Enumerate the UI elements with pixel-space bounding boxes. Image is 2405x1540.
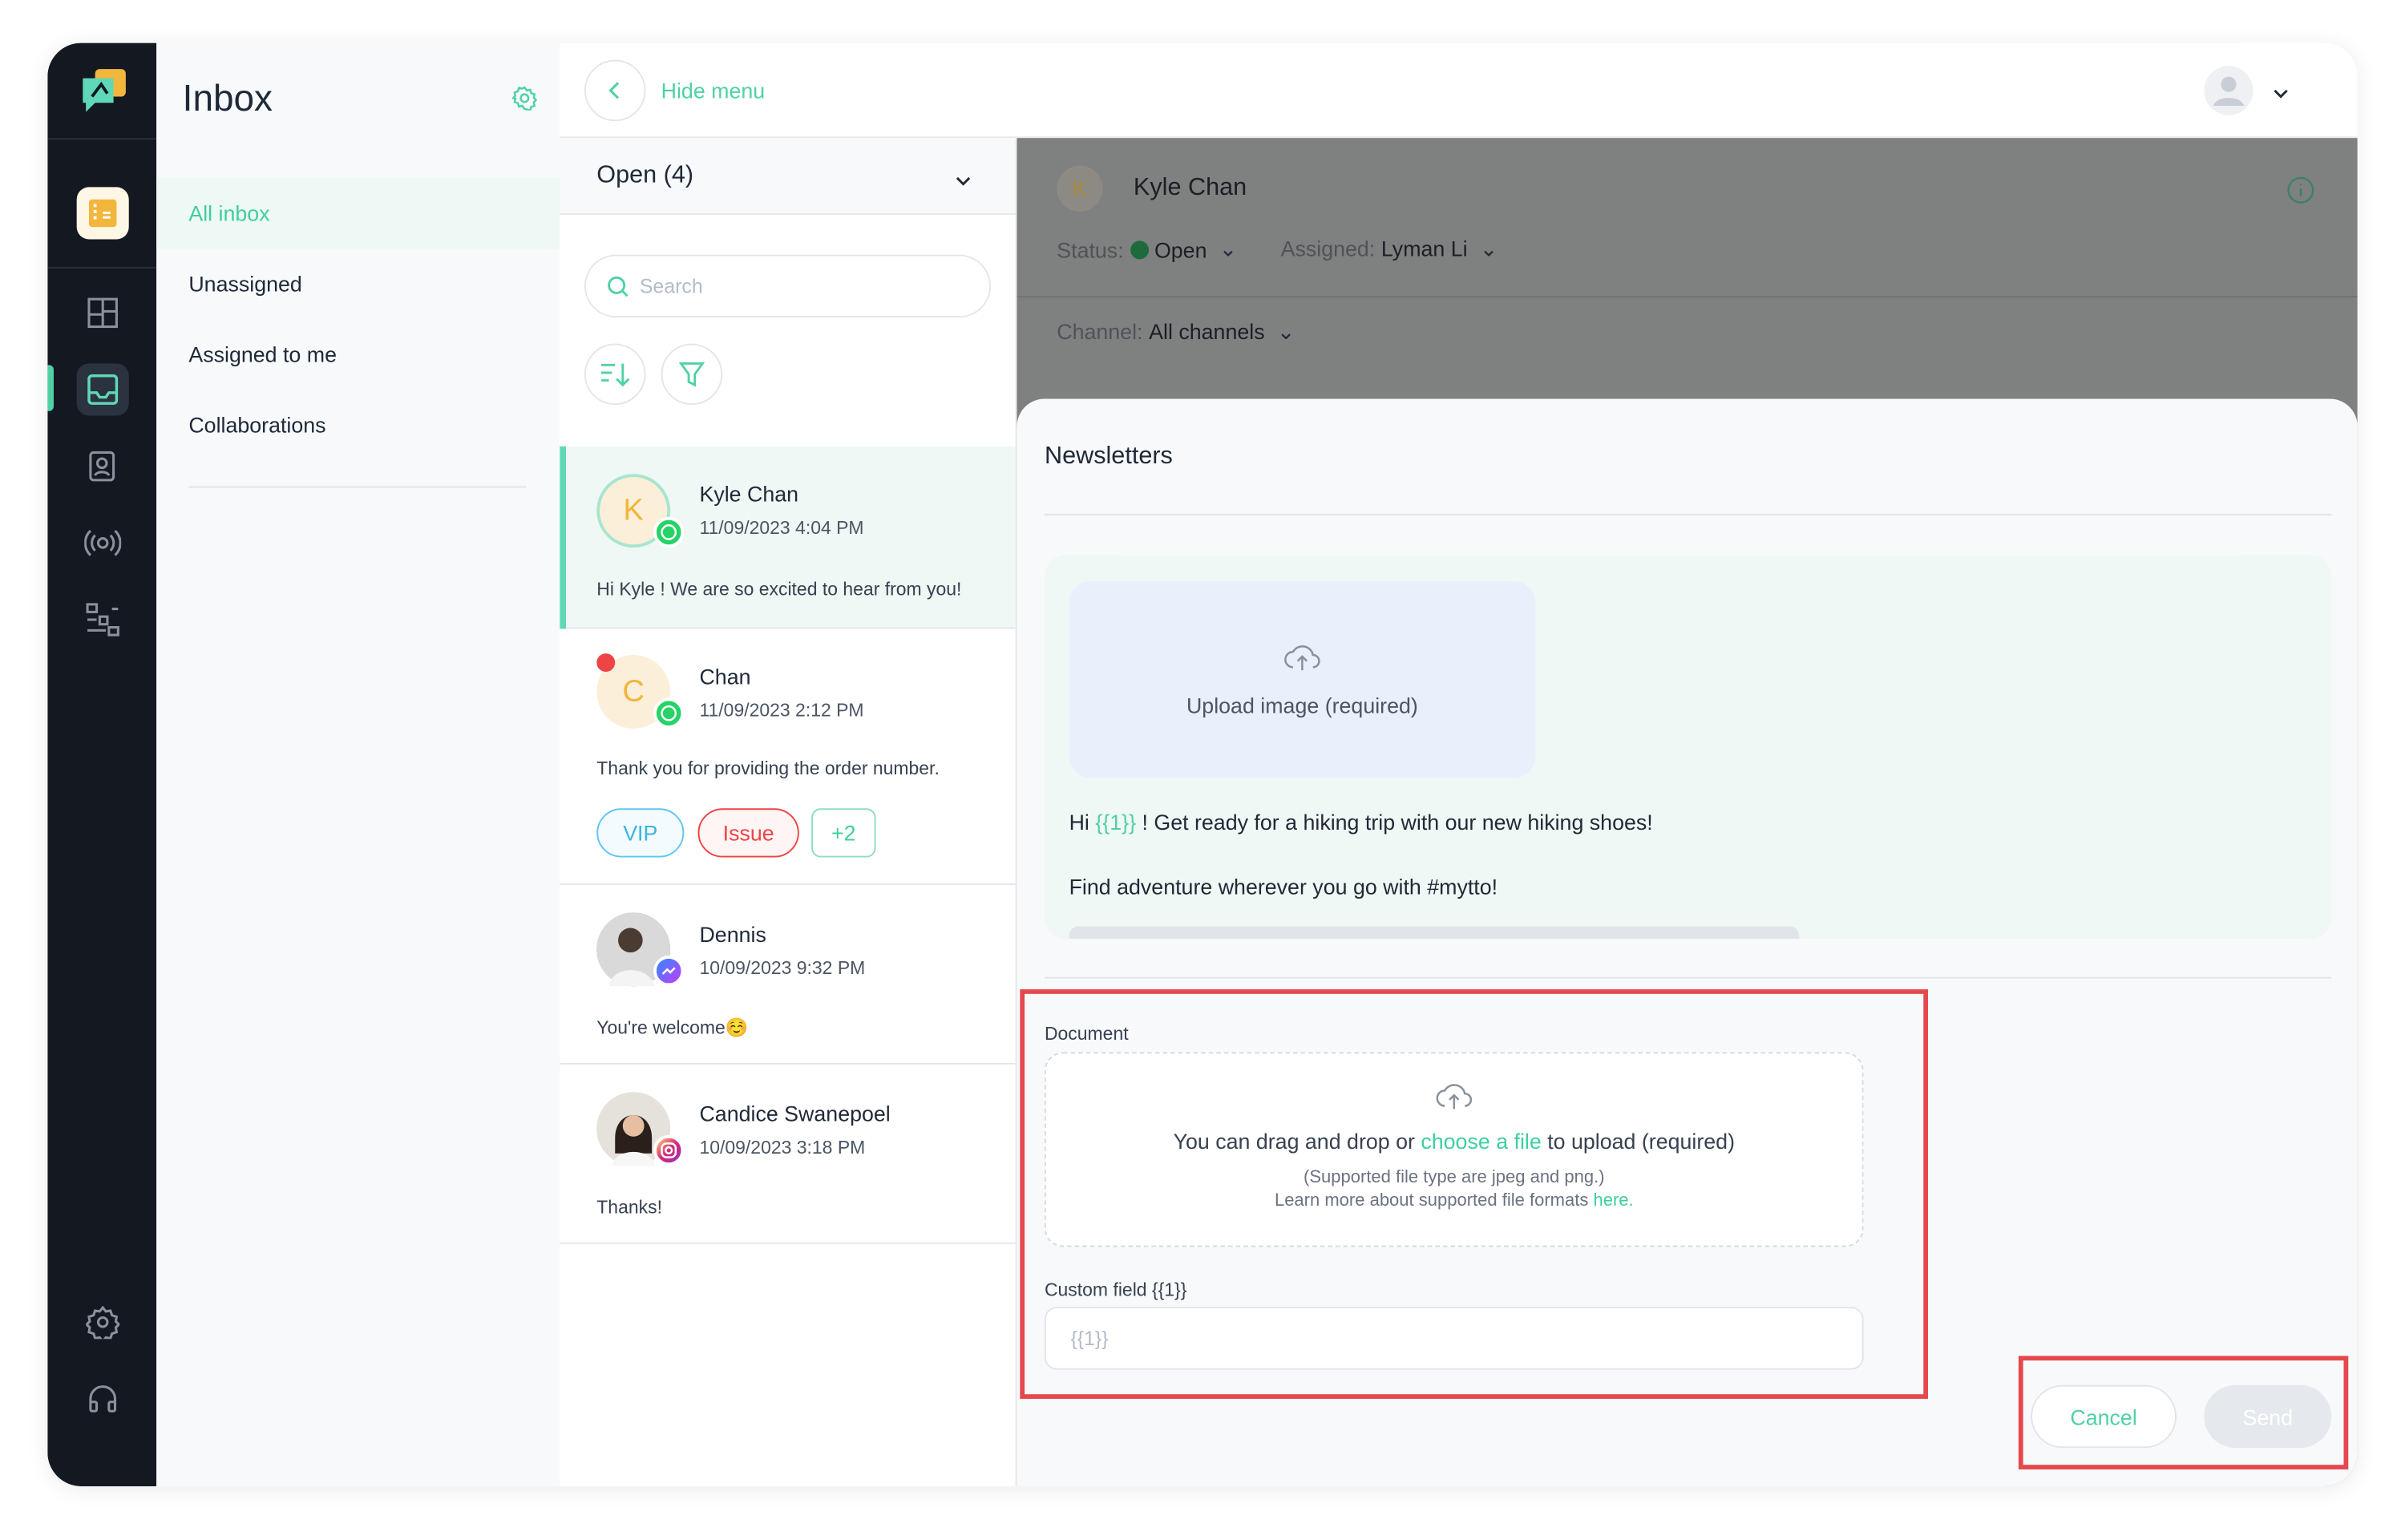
timestamp: 10/09/2023 3:18 PM	[699, 1136, 866, 1158]
sidebar-item-all-inbox[interactable]: All inbox	[156, 177, 560, 249]
info-icon[interactable]	[2287, 176, 2314, 212]
building-icon[interactable]	[76, 187, 129, 240]
inbox-icon[interactable]	[76, 363, 129, 416]
list-item[interactable]: Dennis 10/09/2023 9:32 PM You're welcome…	[560, 885, 1016, 1065]
page-title: Inbox	[182, 78, 273, 120]
unread-dot	[596, 653, 616, 673]
message-preview: Hi Kyle ! We are so excited to hear from…	[596, 578, 962, 600]
list-item[interactable]: C Chan 11/09/2023 2:12 PM Thank you for …	[560, 629, 1016, 885]
hide-menu-link[interactable]: Hide menu	[661, 79, 766, 103]
template-preview: Upload image (required) Hi {{1}} ! Get r…	[1044, 555, 2332, 939]
channel-dropdown[interactable]: Channel: All channels ⌄	[1057, 319, 1295, 346]
user-avatar[interactable]	[2204, 66, 2253, 115]
timestamp: 11/09/2023 4:04 PM	[699, 516, 864, 539]
message-preview: You're welcome☺️	[596, 1017, 749, 1039]
app-window: Inbox All inbox Unassigned Assigned to m…	[47, 42, 2358, 1486]
chevron-down-icon	[954, 168, 972, 196]
sidebar-item-assigned-to-me[interactable]: Assigned to me	[156, 319, 560, 390]
contact-name: Chan	[699, 664, 751, 689]
search-icon	[608, 276, 629, 297]
status-dot	[1130, 240, 1149, 259]
top-bar: Hide menu	[560, 42, 2358, 139]
template-modal: Newsletters Upload image (required) Hi {…	[1017, 398, 2358, 1486]
message-preview: Thank you for providing the order number…	[596, 758, 940, 779]
sort-button[interactable]	[584, 343, 646, 406]
preview-line-2: Find adventure wherever you go with #myt…	[1069, 874, 1498, 899]
sidebar-item-collaborations[interactable]: Collaborations	[156, 390, 560, 460]
dashboard-icon[interactable]	[77, 287, 129, 339]
nav-rail	[47, 42, 157, 1486]
avatar: K	[1057, 165, 1103, 212]
timestamp: 10/09/2023 9:32 PM	[699, 956, 866, 979]
contact-name: Dennis	[699, 921, 766, 947]
contact-name: Candice Swanepoel	[699, 1101, 891, 1126]
highlight-box	[2018, 1356, 2349, 1469]
messenger-icon	[653, 955, 685, 987]
contact-name: Kyle Chan	[1133, 175, 1247, 201]
instagram-icon	[653, 1134, 685, 1166]
broadcast-icon[interactable]	[77, 517, 129, 569]
status-filter-label: Open (4)	[596, 162, 694, 189]
status-dropdown[interactable]: Status: Open ⌄	[1057, 236, 1237, 263]
cloud-upload-icon	[1284, 645, 1320, 671]
search-input[interactable]: Search	[584, 254, 991, 318]
chevron-down-icon[interactable]	[2272, 81, 2290, 108]
contact-name: Kyle Chan	[699, 481, 799, 507]
assigned-dropdown[interactable]: Assigned: Lyman Li ⌄	[1281, 236, 1498, 263]
whatsapp-icon	[653, 697, 685, 729]
headset-icon[interactable]	[77, 1372, 129, 1425]
gear-icon[interactable]	[511, 86, 538, 118]
message-preview: Thanks!	[596, 1196, 662, 1219]
list-item[interactable]: K Kyle Chan 11/09/2023 4:04 PM Hi Kyle !…	[560, 446, 1016, 629]
sidebar-item-unassigned[interactable]: Unassigned	[156, 249, 560, 319]
filter-button[interactable]	[661, 343, 723, 406]
divider	[188, 486, 527, 488]
workflow-icon[interactable]	[77, 593, 129, 645]
upload-image-box[interactable]: Upload image (required)	[1069, 581, 1536, 778]
inbox-sidebar: Inbox All inbox Unassigned Assigned to m…	[156, 42, 560, 1486]
highlight-box	[1020, 989, 1929, 1399]
conversation-list: Open (4) Search K Kyle Chan 11/09/2023 4…	[560, 138, 1017, 1486]
search-placeholder: Search	[639, 274, 703, 298]
status-filter-dropdown[interactable]: Open (4)	[560, 138, 1016, 215]
timestamp: 11/09/2023 2:12 PM	[699, 699, 864, 721]
whatsapp-icon	[653, 516, 685, 548]
list-item[interactable]: Candice Swanepoel 10/09/2023 3:18 PM Tha…	[560, 1065, 1016, 1244]
tag-more[interactable]: +2	[811, 808, 876, 858]
hide-menu-button[interactable]	[584, 59, 646, 122]
modal-title: Newsletters	[1044, 443, 1173, 470]
tag-vip[interactable]: VIP	[596, 808, 685, 858]
filter-icon	[678, 362, 705, 387]
preview-line-1: Hi {{1}} ! Get ready for a hiking trip w…	[1069, 810, 1653, 835]
contacts-icon[interactable]	[77, 440, 129, 492]
tag-issue[interactable]: Issue	[697, 808, 799, 858]
sort-icon	[601, 363, 630, 387]
settings-icon[interactable]	[77, 1296, 129, 1348]
logo-icon	[77, 66, 129, 118]
